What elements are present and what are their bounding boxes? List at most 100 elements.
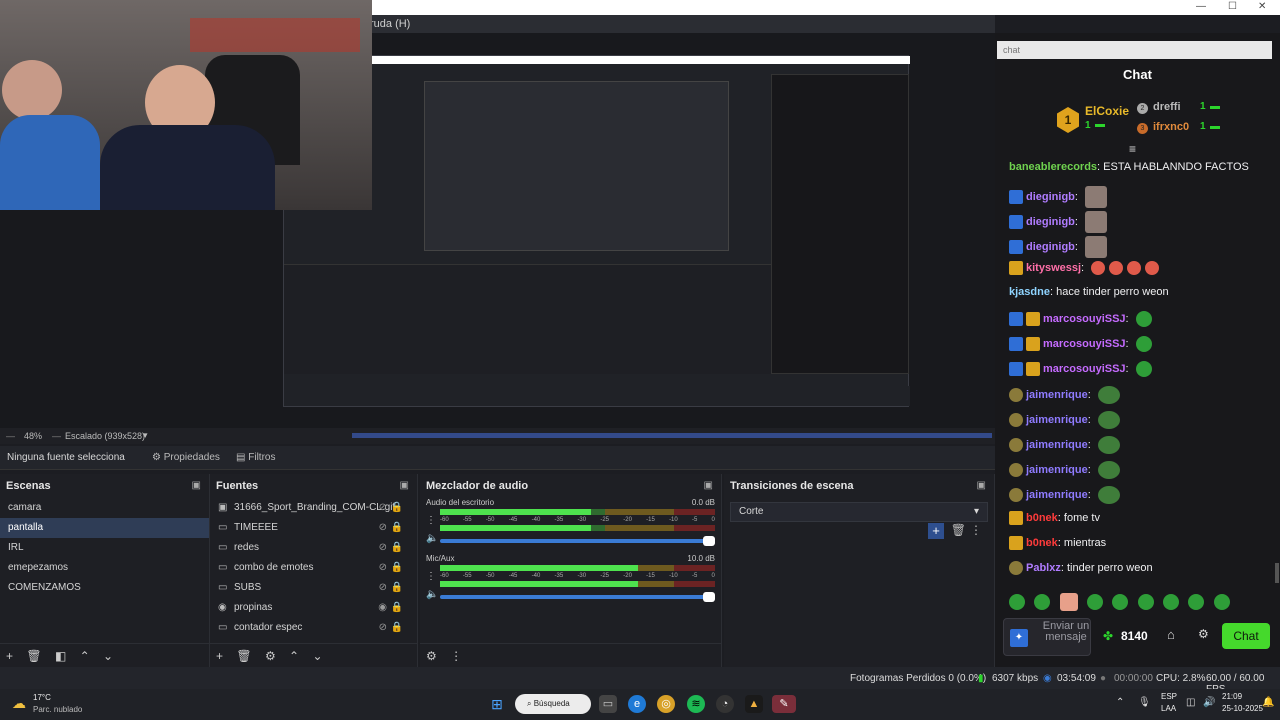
chat-username[interactable]: dieginigb bbox=[1026, 191, 1075, 203]
weather-icon[interactable]: ☁ bbox=[12, 695, 26, 712]
eye-slash-icon[interactable]: ⊘ bbox=[379, 558, 387, 578]
chevron-up-icon[interactable]: ⌃ bbox=[1116, 697, 1124, 708]
chat-address-bar[interactable]: chat bbox=[997, 41, 1272, 59]
close-icon[interactable]: ✕ bbox=[1258, 1, 1266, 12]
gear-icon[interactable]: ⚙ bbox=[265, 649, 276, 663]
volume-slider[interactable] bbox=[440, 591, 715, 602]
frog-badge-icon[interactable] bbox=[1009, 561, 1023, 575]
chat-username[interactable]: marcosouyiSSJ bbox=[1043, 363, 1126, 375]
maximize-icon[interactable]: ☐ bbox=[1228, 1, 1237, 12]
frog-badge-icon[interactable] bbox=[1009, 413, 1023, 427]
volume-slider-knob[interactable] bbox=[703, 535, 715, 546]
properties-button[interactable]: ⚙ Propiedades bbox=[152, 452, 220, 463]
windows-start-icon[interactable]: ⊞ bbox=[488, 695, 506, 713]
chat-username[interactable]: jaimenrique bbox=[1026, 414, 1088, 426]
language[interactable]: ESP bbox=[1161, 692, 1177, 701]
popout-icon[interactable]: ▣ bbox=[192, 474, 201, 498]
arrow-up-icon[interactable]: ⌃ bbox=[289, 649, 299, 663]
eye-slash-icon[interactable]: ⊘ bbox=[379, 518, 387, 538]
more-icon[interactable]: ⋮ bbox=[970, 523, 982, 537]
taskbar-search[interactable]: ⌕ Búsqueda bbox=[515, 694, 591, 714]
trash-icon[interactable]: 🗑 bbox=[951, 523, 966, 537]
chat-input[interactable]: ✦ Enviar un mensaje bbox=[1003, 618, 1091, 656]
task-view-icon[interactable]: ▭ bbox=[599, 695, 617, 713]
chat-username[interactable]: jaimenrique bbox=[1026, 489, 1088, 501]
eye-slash-icon[interactable]: ⊘ bbox=[379, 618, 387, 638]
emote-icon[interactable] bbox=[1087, 594, 1104, 610]
edge-icon[interactable]: e bbox=[628, 695, 646, 713]
lock-icon[interactable]: 🔒 bbox=[391, 558, 403, 578]
arrow-up-icon[interactable]: ⌃ bbox=[80, 649, 90, 663]
lock-icon[interactable]: 🔒 bbox=[391, 578, 403, 598]
frog-badge-icon[interactable] bbox=[1009, 388, 1023, 402]
blue-badge-icon[interactable] bbox=[1009, 312, 1023, 326]
frog-badge-icon[interactable] bbox=[1009, 488, 1023, 502]
emote-icon[interactable] bbox=[1009, 594, 1025, 610]
emote-icon[interactable] bbox=[1188, 594, 1205, 610]
scene-item[interactable]: pantalla bbox=[0, 518, 209, 538]
zoom-level[interactable]: 48% bbox=[24, 431, 42, 441]
notification-icon[interactable]: 🔔 bbox=[1262, 697, 1274, 708]
transition-select[interactable]: Corte ▾ bbox=[730, 502, 988, 522]
source-item[interactable]: ▭ SUBS ⊘ 🔒 bbox=[210, 578, 417, 598]
speaker-icon[interactable]: 🔈 bbox=[426, 589, 440, 600]
channel-points[interactable]: 8140 bbox=[1121, 629, 1148, 643]
trash-icon[interactable]: 🗑 bbox=[236, 649, 251, 663]
store-icon[interactable]: ⌂ bbox=[1167, 627, 1175, 642]
emote-icon[interactable] bbox=[1137, 594, 1154, 610]
popout-icon[interactable]: ▣ bbox=[704, 474, 713, 498]
arrow-down-icon[interactable]: ⌄ bbox=[312, 649, 322, 663]
chevron-down-icon[interactable]: ▾ bbox=[143, 430, 148, 441]
scene-item[interactable]: emepezamos bbox=[0, 558, 209, 578]
chat-username[interactable]: dieginigb bbox=[1026, 241, 1075, 253]
app-icon[interactable]: ▲ bbox=[745, 695, 763, 713]
scene-item[interactable]: camara bbox=[0, 498, 209, 518]
trash-icon[interactable]: 🗑 bbox=[26, 649, 41, 663]
more-icon[interactable]: ⋮ bbox=[450, 649, 462, 663]
spotify-icon[interactable]: ≋ bbox=[687, 695, 705, 713]
volume-slider-knob[interactable] bbox=[703, 591, 715, 602]
lock-icon[interactable]: 🔒 bbox=[391, 598, 403, 618]
network-icon[interactable]: ◫ bbox=[1186, 697, 1195, 708]
chat-username[interactable]: jaimenrique bbox=[1026, 439, 1088, 451]
more-icon[interactable]: ⋮ bbox=[426, 571, 440, 582]
source-item[interactable]: ▭ TIMEEEE ⊘ 🔒 bbox=[210, 518, 417, 538]
source-item[interactable]: ◉ propinas ◉ 🔒 bbox=[210, 598, 417, 618]
chat-username[interactable]: baneablerecords bbox=[1009, 161, 1097, 173]
lock-icon[interactable]: 🔒 bbox=[391, 538, 403, 558]
eye-icon[interactable]: ◉ bbox=[378, 598, 387, 618]
scene-item[interactable]: COMENZAMOS bbox=[0, 578, 209, 598]
source-item[interactable]: ▭ redes ⊘ 🔒 bbox=[210, 538, 417, 558]
chat-username[interactable]: kjasdne bbox=[1009, 286, 1050, 298]
blue-badge-icon[interactable] bbox=[1009, 215, 1023, 229]
chrome-icon[interactable]: ◎ bbox=[657, 695, 675, 713]
gold-badge-icon[interactable] bbox=[1026, 312, 1040, 326]
gold-badge-icon[interactable] bbox=[1026, 337, 1040, 351]
add-icon[interactable]: + bbox=[6, 649, 13, 663]
blue-badge-icon[interactable] bbox=[1009, 337, 1023, 351]
frog-badge-icon[interactable] bbox=[1009, 463, 1023, 477]
clock-time[interactable]: 21:09 bbox=[1222, 692, 1242, 701]
obs-icon[interactable]: ◔ bbox=[716, 695, 734, 713]
blue-badge-icon[interactable] bbox=[1009, 240, 1023, 254]
emote-icon[interactable] bbox=[1213, 594, 1230, 610]
lock-icon[interactable]: 🔒 bbox=[391, 498, 403, 518]
source-item[interactable]: ▭ combo de emotes ⊘ 🔒 bbox=[210, 558, 417, 578]
preview-scrollbar[interactable] bbox=[352, 433, 992, 438]
chat-username[interactable]: jaimenrique bbox=[1026, 464, 1088, 476]
microphone-icon[interactable]: 🎙 bbox=[1138, 697, 1151, 708]
filters-button[interactable]: ▤ Filtros bbox=[236, 452, 275, 463]
clock-date[interactable]: 25-10-2025 bbox=[1222, 704, 1263, 713]
gear-icon[interactable]: ⚙ bbox=[1198, 627, 1209, 641]
language-layout[interactable]: LAA bbox=[1161, 704, 1176, 713]
scene-item[interactable]: IRL bbox=[0, 538, 209, 558]
add-transition-button[interactable]: + bbox=[928, 523, 944, 539]
chat-username[interactable]: marcosouyiSSJ bbox=[1043, 313, 1126, 325]
eye-slash-icon[interactable]: ⊘ bbox=[379, 498, 387, 518]
chat-username[interactable]: marcosouyiSSJ bbox=[1043, 338, 1126, 350]
chat-username[interactable]: jaimenrique bbox=[1026, 389, 1088, 401]
chat-username[interactable]: Pablxz bbox=[1026, 562, 1061, 574]
gold-badge-icon[interactable] bbox=[1009, 261, 1023, 275]
expand-leaderboard-icon[interactable]: ≡ bbox=[1129, 142, 1136, 156]
chat-username[interactable]: dieginigb bbox=[1026, 216, 1075, 228]
